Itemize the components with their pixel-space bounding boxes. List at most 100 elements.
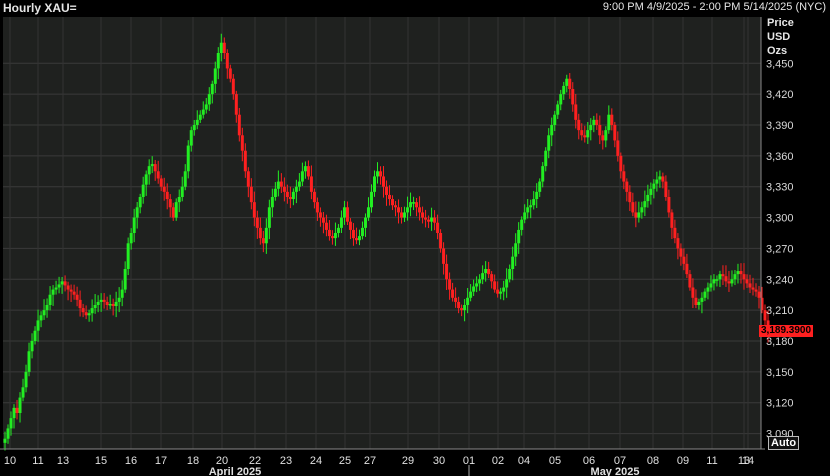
- candle-body: [243, 150, 247, 172]
- candle-body: [550, 125, 554, 136]
- candle-body: [294, 186, 298, 192]
- candle-body: [616, 140, 620, 156]
- candle-body: [697, 301, 701, 305]
- candle-body: [255, 217, 259, 228]
- candle-body: [493, 281, 497, 290]
- candle-body: [481, 273, 485, 280]
- candle-body: [189, 130, 193, 146]
- candle-body: [433, 217, 437, 223]
- candle-body: [640, 207, 644, 213]
- x-tick-label: 18: [187, 455, 199, 467]
- candle-body: [60, 281, 64, 285]
- candle-body: [658, 176, 662, 180]
- plot-background: [3, 17, 761, 449]
- candle-body: [394, 205, 398, 208]
- candle-body: [589, 125, 593, 131]
- candle-body: [129, 233, 133, 244]
- candle-body: [324, 222, 328, 230]
- candle-body: [403, 212, 407, 218]
- candle-body: [366, 207, 370, 218]
- candle-body: [655, 179, 659, 184]
- candle-body: [27, 351, 31, 372]
- candle-body: [3, 438, 7, 443]
- y-tick-label: 3,180: [766, 336, 794, 348]
- candle-body: [228, 68, 232, 79]
- candle-body: [634, 212, 638, 218]
- candle-body: [382, 176, 386, 187]
- candle-body: [75, 294, 79, 300]
- y-tick-label: 3,150: [766, 367, 794, 379]
- candle-body: [712, 279, 716, 284]
- candle-body: [682, 256, 686, 264]
- x-tick-label: 27: [364, 455, 376, 467]
- candle-body: [15, 407, 19, 413]
- last-price-label: 3,189.3900: [759, 325, 814, 338]
- candle-body: [120, 289, 124, 298]
- candle-body: [42, 310, 46, 316]
- candle-body: [297, 181, 301, 187]
- x-tick-label: 09: [677, 455, 689, 467]
- candle-body: [306, 166, 310, 177]
- candle-body: [514, 243, 518, 257]
- candle-body: [598, 125, 602, 136]
- candle-body: [547, 135, 551, 151]
- candle-body: [336, 227, 340, 233]
- candle-body: [48, 294, 52, 305]
- candle-body: [309, 176, 313, 192]
- candle-body: [496, 289, 500, 294]
- x-tick-label: 11: [32, 455, 43, 467]
- y-tick-label: 3,270: [766, 243, 794, 255]
- candle-body: [105, 301, 109, 305]
- candle-body: [21, 387, 25, 398]
- candle-body: [204, 104, 208, 110]
- candle-body: [535, 191, 539, 200]
- y-tick-label: 3,390: [766, 120, 794, 132]
- y-axis-ticks: 3,0903,1203,1503,1803,2103,2403,2703,300…: [766, 58, 794, 440]
- candle-body: [460, 308, 464, 311]
- x-tick-label: 25: [339, 455, 351, 467]
- candle-body: [303, 166, 307, 172]
- candle-body: [327, 229, 331, 237]
- x-tick-label: 10: [4, 455, 16, 467]
- x-tick-label: 24: [310, 455, 322, 467]
- y-tick-label: 3,210: [766, 305, 794, 317]
- candle-body: [63, 281, 67, 286]
- candle-body: [424, 217, 428, 220]
- candle-body: [372, 176, 376, 192]
- candle-body: [529, 205, 533, 208]
- candle-body: [745, 279, 749, 284]
- candle-body: [135, 207, 139, 218]
- candle-body: [706, 287, 710, 292]
- candle-body: [622, 171, 626, 182]
- candle-body: [72, 291, 76, 295]
- candle-body: [676, 238, 680, 249]
- y-tick-label: 3,450: [766, 58, 794, 70]
- candle-body: [102, 299, 106, 302]
- candle-body: [84, 312, 88, 316]
- auto-scale-button[interactable]: Auto: [768, 436, 800, 450]
- candle-body: [751, 287, 755, 290]
- candle-body: [192, 125, 196, 131]
- y-tick-label: 3,240: [766, 274, 794, 286]
- candle-body: [354, 238, 358, 241]
- candle-body: [610, 114, 614, 125]
- y-tick-label: 3,330: [766, 182, 794, 194]
- candle-body: [565, 78, 569, 86]
- candle-body: [397, 207, 401, 213]
- candle-body: [694, 297, 698, 305]
- candle-body: [267, 207, 271, 228]
- candle-body: [727, 281, 731, 284]
- candle-body: [607, 114, 611, 131]
- candle-body: [463, 305, 467, 311]
- candle-body: [670, 212, 674, 228]
- candle-body: [520, 219, 524, 230]
- candle-body: [631, 202, 635, 213]
- candle-body: [78, 299, 82, 309]
- candle-body: [721, 274, 725, 277]
- candle-body: [87, 313, 91, 316]
- candle-body: [415, 202, 419, 208]
- candle-body: [39, 315, 43, 321]
- candle-body: [613, 125, 617, 141]
- candle-body: [568, 78, 572, 89]
- candle-body: [348, 221, 352, 230]
